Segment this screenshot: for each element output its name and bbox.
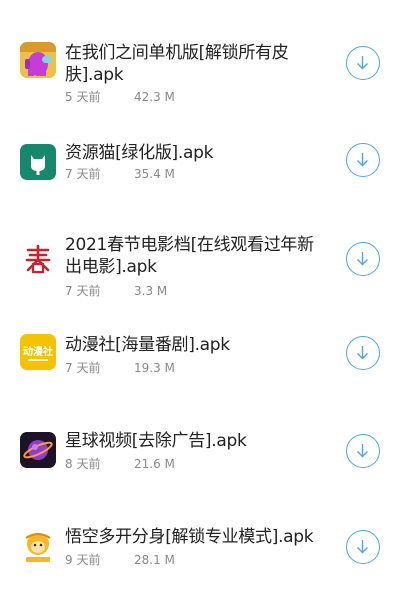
list-item[interactable]: 2021春节电影档[在线观看过年新出电影].apk 7 天前 3.3 M (0, 216, 400, 312)
list-item[interactable]: 星球视频[去除广告].apk 8 天前 21.6 M (0, 408, 400, 504)
upload-time: 9 天前 (65, 553, 101, 567)
download-arrow-icon (357, 346, 368, 360)
upload-time: 5 天前 (65, 90, 101, 104)
app-meta: 7 天前 35.4 M (65, 166, 175, 182)
app-file-name: 在我们之间单机版[解锁所有皮肤].apk (65, 43, 289, 85)
download-button[interactable] (346, 530, 380, 564)
app-meta: 7 天前 19.3 M (65, 360, 175, 376)
download-arrow-icon (357, 252, 368, 266)
list-item[interactable]: 动漫社 动漫社[海量番剧].apk 7 天前 19.3 M (0, 312, 400, 408)
download-arrow-icon (357, 153, 368, 167)
file-size: 28.1 M (134, 553, 175, 567)
file-size: 42.3 M (134, 90, 175, 104)
app-file-name: 动漫社[海量番剧].apk (65, 335, 230, 355)
wukong-icon (20, 528, 56, 564)
list-item[interactable]: 悟空多开分身[解锁专业模式].apk 9 天前 28.1 M (0, 504, 400, 600)
app-file-name: 资源猫[绿化版].apk (65, 143, 214, 163)
app-meta: 7 天前 3.3 M (65, 283, 167, 299)
file-size: 21.6 M (134, 457, 175, 471)
download-button[interactable] (346, 434, 380, 468)
app-file-name: 悟空多开分身[解锁专业模式].apk (65, 527, 314, 547)
download-arrow-icon (357, 444, 368, 458)
resource-cat-icon (20, 144, 56, 180)
download-button[interactable] (346, 336, 380, 370)
download-list: 在我们之间单机版[解锁所有皮肤].apk 5 天前 42.3 M 资源猫[绿化版… (0, 0, 400, 600)
app-meta: 5 天前 42.3 M (65, 89, 175, 105)
download-arrow-icon (357, 56, 368, 70)
spring-character-icon (20, 240, 56, 276)
file-size: 19.3 M (134, 361, 175, 375)
upload-time: 7 天前 (65, 361, 101, 375)
anime-club-icon: 动漫社 (20, 334, 56, 370)
app-meta: 9 天前 28.1 M (65, 552, 175, 568)
app-file-name: 2021春节电影档[在线观看过年新出电影].apk (65, 235, 314, 277)
upload-time: 7 天前 (65, 167, 101, 181)
planet-video-icon (20, 432, 56, 468)
list-item[interactable]: 在我们之间单机版[解锁所有皮肤].apk 5 天前 42.3 M (0, 0, 400, 104)
upload-time: 8 天前 (65, 457, 101, 471)
download-button[interactable] (346, 143, 380, 177)
download-arrow-icon (357, 540, 368, 554)
download-button[interactable] (346, 46, 380, 80)
app-meta: 8 天前 21.6 M (65, 456, 175, 472)
app-file-name: 星球视频[去除广告].apk (65, 431, 247, 451)
svg-text:动漫社: 动漫社 (23, 345, 53, 358)
upload-time: 7 天前 (65, 284, 101, 298)
file-size: 35.4 M (134, 167, 175, 181)
among-us-crewmate-icon (20, 42, 56, 78)
download-button[interactable] (346, 242, 380, 276)
file-size: 3.3 M (134, 284, 168, 298)
list-item[interactable]: 资源猫[绿化版].apk 7 天前 35.4 M (0, 120, 400, 216)
